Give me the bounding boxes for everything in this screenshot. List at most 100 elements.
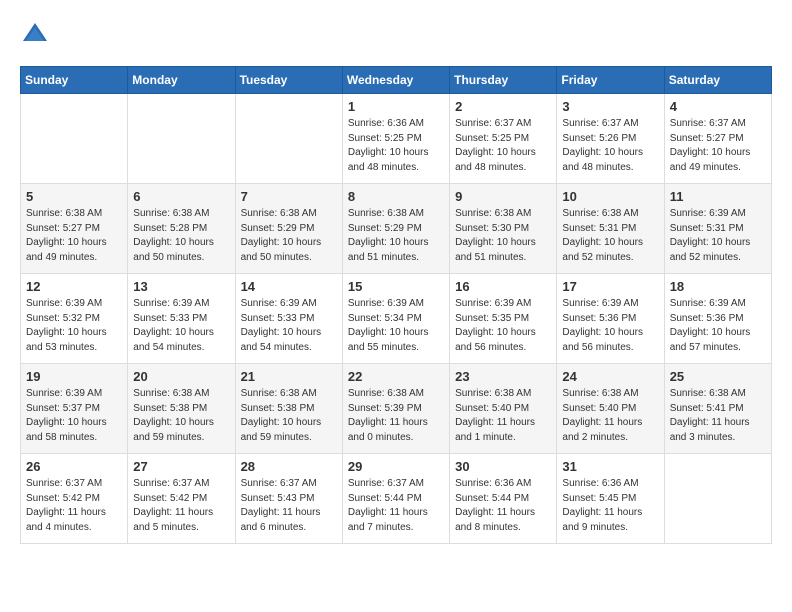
day-info-line: Sunset: 5:34 PM: [348, 313, 422, 324]
day-cell: 23 Sunrise: 6:38 AMSunset: 5:40 PMDayligh…: [450, 364, 557, 454]
day-content: Sunrise: 6:37 AMSunset: 5:42 PMDaylight:…: [133, 477, 229, 535]
day-content: Sunrise: 6:38 AMSunset: 5:29 PMDaylight:…: [348, 207, 444, 265]
day-info-line: and 53 minutes.: [26, 342, 97, 353]
day-cell: 22Sunrise: 6:38 AMSunset: 5:39 PMDayligh…: [342, 364, 449, 454]
day-number: 26: [26, 459, 122, 474]
day-info-line: Daylight: 11 hours: [455, 507, 535, 518]
day-content: Sunrise: 6:39 AMSunset: 5:37 PMDaylight:…: [26, 387, 122, 445]
logo-icon: [20, 20, 50, 50]
day-info-line: Daylight: 10 hours: [133, 327, 214, 338]
day-info-line: and 6 minutes.: [241, 522, 307, 533]
day-info-line: Sunset: 5:31 PM: [562, 223, 636, 234]
day-content: Sunrise: 6:38 AM Sunset: 5:28 PM Daylight:…: [133, 207, 229, 265]
day-info-line: Sunrise: 6:38 AM: [133, 208, 209, 219]
day-info-line: Sunrise: 6:38 AM: [562, 208, 638, 219]
day-number: 21: [241, 369, 337, 384]
week-row-2: 5Sunrise: 6:38 AMSunset: 5:27 PMDaylight…: [21, 184, 772, 274]
day-info-line: and 55 minutes.: [348, 342, 419, 353]
day-info-line: Sunrise: 6:39 AM: [670, 208, 746, 219]
day-number: 9: [455, 189, 551, 204]
day-number: 4: [670, 99, 766, 114]
day-info-line: Sunset: 5:31 PM: [670, 223, 744, 234]
day-info-line: Sunrise: 6:39 AM: [348, 298, 424, 309]
day-info-line: Sunrise: 6:37 AM: [133, 478, 209, 489]
day-number: 28: [241, 459, 337, 474]
day-info-line: Daylight: 11 hours: [562, 417, 642, 428]
day-number: 23: [455, 369, 551, 384]
day-cell: 12Sunrise: 6:39 AMSunset: 5:32 PMDayligh…: [21, 274, 128, 364]
day-number: 6: [133, 189, 229, 204]
day-cell: 21Sunrise: 6:38 AMSunset: 5:38 PMDayligh…: [235, 364, 342, 454]
day-content: Sunrise: 6:38 AMSunset: 5:39 PMDaylight:…: [348, 387, 444, 445]
day-info-line: Daylight: 10 hours: [562, 147, 643, 158]
day-info-line: and 59 minutes.: [241, 432, 312, 443]
column-header-sunday: Sunday: [21, 67, 128, 94]
day-info-line: Sunset: 5:28 PM: [133, 223, 207, 234]
day-number: 2: [455, 99, 551, 114]
day-info-line: and 7 minutes.: [348, 522, 414, 533]
day-info-line: Sunrise: 6:38 AM: [241, 388, 317, 399]
day-info-line: and 48 minutes.: [562, 162, 633, 173]
day-cell: 2Sunrise: 6:37 AMSunset: 5:25 PMDaylight…: [450, 94, 557, 184]
column-header-tuesday: Tuesday: [235, 67, 342, 94]
day-content: Sunrise: 6:38 AMSunset: 5:38 PMDaylight:…: [241, 387, 337, 445]
day-content: Sunrise: 6:38 AMSunset: 5:27 PMDaylight:…: [26, 207, 122, 265]
day-info-line: Sunset: 5:27 PM: [26, 223, 100, 234]
day-info-line: and 48 minutes.: [455, 162, 526, 173]
day-cell: 28Sunrise: 6:37 AMSunset: 5:43 PMDayligh…: [235, 454, 342, 544]
day-info-line: Daylight: 11 hours: [241, 507, 321, 518]
day-number: 17: [562, 279, 658, 294]
day-cell: 10Sunrise: 6:38 AMSunset: 5:31 PMDayligh…: [557, 184, 664, 274]
day-number: 1: [348, 99, 444, 114]
day-info-line: Sunset: 5:29 PM: [241, 223, 315, 234]
day-info-line: and 49 minutes.: [670, 162, 741, 173]
day-info-line: Sunset: 5:38 PM: [133, 403, 207, 414]
day-info-line: Daylight: 10 hours: [455, 327, 536, 338]
day-info-line: and 58 minutes.: [26, 432, 97, 443]
day-info-line: Daylight: 10 hours: [670, 147, 751, 158]
day-info-line: Sunrise: 6:36 AM: [455, 478, 531, 489]
day-info-line: and 52 minutes.: [562, 252, 633, 263]
day-cell: 27Sunrise: 6:37 AMSunset: 5:42 PMDayligh…: [128, 454, 235, 544]
day-content: Sunrise: 6:38 AMSunset: 5:40 PMDaylight:…: [455, 387, 551, 445]
day-cell: 15Sunrise: 6:39 AMSunset: 5:34 PMDayligh…: [342, 274, 449, 364]
day-info-line: and 56 minutes.: [455, 342, 526, 353]
day-info-line: Sunset: 5:38 PM: [241, 403, 315, 414]
day-content: Sunrise: 6:39 AMSunset: 5:36 PMDaylight:…: [562, 297, 658, 355]
day-info-line: Sunrise: 6:36 AM: [348, 118, 424, 129]
day-cell: 4Sunrise: 6:37 AMSunset: 5:27 PMDaylight…: [664, 94, 771, 184]
day-info-line: Daylight: 10 hours: [348, 147, 429, 158]
day-info-line: Daylight: 10 hours: [26, 327, 107, 338]
day-info-line: and 52 minutes.: [670, 252, 741, 263]
day-cell: 7Sunrise: 6:38 AMSunset: 5:29 PMDaylight…: [235, 184, 342, 274]
day-number: 10: [562, 189, 658, 204]
day-info-line: Sunset: 5:32 PM: [26, 313, 100, 324]
day-info-line: Sunrise: 6:39 AM: [26, 298, 102, 309]
day-info-line: and 59 minutes.: [133, 432, 204, 443]
day-info-line: and 48 minutes.: [348, 162, 419, 173]
day-info-line: and 5 minutes.: [133, 522, 199, 533]
day-info-line: Sunrise: 6:38 AM: [348, 388, 424, 399]
day-number: 25: [670, 369, 766, 384]
day-info-line: Sunrise: 6:39 AM: [133, 298, 209, 309]
day-number: 29: [348, 459, 444, 474]
day-info-line: Daylight: 10 hours: [26, 237, 107, 248]
day-info-line: Sunrise: 6:39 AM: [241, 298, 317, 309]
day-info-line: and 56 minutes.: [562, 342, 633, 353]
day-info-line: Daylight: 11 hours: [133, 507, 213, 518]
day-number: 16: [455, 279, 551, 294]
day-number: 14: [241, 279, 337, 294]
day-info-line: Daylight: 11 hours: [26, 507, 106, 518]
day-info-line: Daylight: 11 hours: [348, 417, 428, 428]
day-cell: 5Sunrise: 6:38 AMSunset: 5:27 PMDaylight…: [21, 184, 128, 274]
day-info-line: Daylight: 11 hours: [562, 507, 642, 518]
day-info-line: Sunset: 5:36 PM: [562, 313, 636, 324]
day-info-line: and 9 minutes.: [562, 522, 628, 533]
day-info-line: Sunrise: 6:39 AM: [26, 388, 102, 399]
day-content: Sunrise: 6:38 AMSunset: 5:40 PMDaylight:…: [562, 387, 658, 445]
day-info-line: Sunrise: 6:39 AM: [670, 298, 746, 309]
day-number: 20: [133, 369, 229, 384]
day-info-line: Sunrise: 6:39 AM: [455, 298, 531, 309]
day-info-line: Daylight: 10 hours: [133, 237, 214, 248]
day-number: 18: [670, 279, 766, 294]
